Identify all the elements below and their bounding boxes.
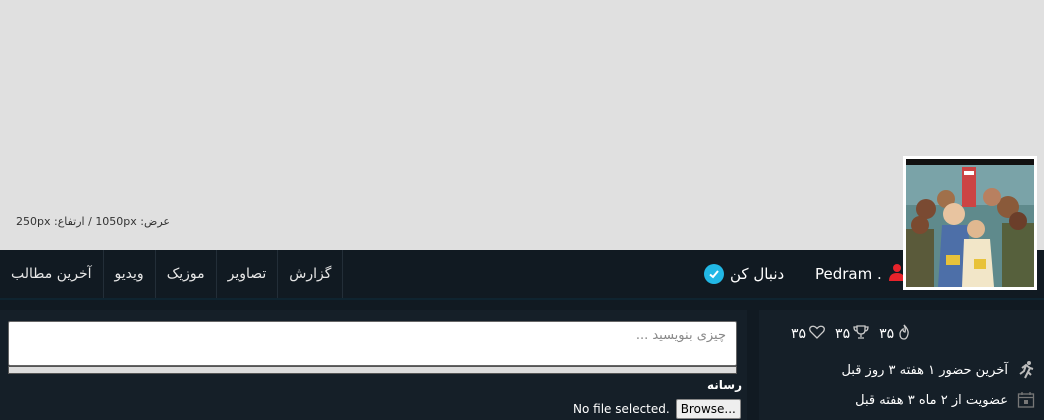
avatar[interactable] <box>903 156 1037 290</box>
post-composer: چیزی بنویسید ... رسانه No file selected.… <box>0 310 747 420</box>
profile-tabs: گزارش تصاویر موزیک ویدیو آخرین مطالب <box>0 250 344 298</box>
calendar-icon <box>1016 390 1036 410</box>
points-value: ۳۵ <box>879 326 895 342</box>
browse-button[interactable]: Browse... <box>675 399 741 419</box>
check-icon <box>704 264 724 284</box>
last-seen-row: آخرین حضور ۱ هفته ۳ روز قبل <box>841 360 1036 380</box>
flame-icon <box>897 324 911 344</box>
tab-latest-posts[interactable]: آخرین مطالب <box>0 250 103 298</box>
tab-report[interactable]: گزارش <box>277 250 344 298</box>
tab-music[interactable]: موزیک <box>154 250 216 298</box>
member-since-text: عضویت از ۲ ماه ۳ هفته قبل <box>855 392 1008 408</box>
username-text: Pedram . <box>815 265 882 283</box>
tab-video[interactable]: ویدیو <box>102 250 155 298</box>
file-status: No file selected. <box>573 402 670 416</box>
post-input[interactable]: چیزی بنویسید ... <box>8 321 737 366</box>
resize-handle[interactable] <box>8 366 737 374</box>
media-label: رسانه <box>707 378 742 392</box>
trophy-icon <box>853 324 869 344</box>
trophy-stat: ۳۵ <box>835 324 869 344</box>
follow-button[interactable]: دنبال کن <box>704 263 784 285</box>
profile-sidebar: ۳۵ ۳۵ ۳۵ آخرین حضور ۱ هفته ۳ روز قبل عضو… <box>759 310 1044 420</box>
username[interactable]: Pedram . <box>815 263 906 285</box>
trophies-value: ۳۵ <box>835 326 851 342</box>
follow-label: دنبال کن <box>730 265 785 283</box>
cover-size-hint: عرض: 1050px / ارتفاع: 250px <box>16 215 170 228</box>
cover-image: عرض: 1050px / ارتفاع: 250px <box>0 0 1044 250</box>
likes-stat: ۳۵ <box>791 325 825 343</box>
heart-icon <box>809 325 825 343</box>
member-since-row: عضویت از ۲ ماه ۳ هفته قبل <box>855 390 1036 410</box>
tab-images[interactable]: تصاویر <box>215 250 278 298</box>
likes-value: ۳۵ <box>791 326 807 342</box>
points-stat: ۳۵ <box>879 324 911 344</box>
running-icon <box>1016 360 1036 380</box>
section-divider <box>0 298 1044 300</box>
profile-navbar: گزارش تصاویر موزیک ویدیو آخرین مطالب دنب… <box>0 250 1044 298</box>
last-seen-text: آخرین حضور ۱ هفته ۳ روز قبل <box>841 362 1008 378</box>
avatar-image <box>906 159 1034 287</box>
file-input: No file selected. Browse... <box>573 399 741 419</box>
stats-row: ۳۵ ۳۵ ۳۵ <box>791 324 911 344</box>
